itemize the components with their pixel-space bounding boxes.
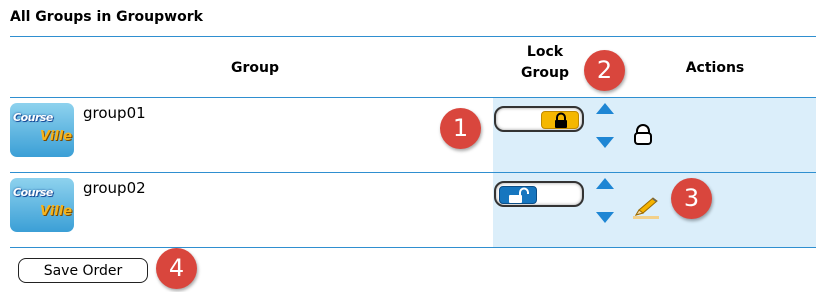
group-name[interactable]: group02 bbox=[83, 179, 146, 197]
lock-toggle-knob bbox=[541, 111, 579, 129]
lock-icon[interactable] bbox=[633, 124, 653, 146]
move-down-arrow-icon[interactable] bbox=[596, 212, 614, 223]
move-up-arrow-icon[interactable] bbox=[596, 178, 614, 189]
lock-toggle-knob bbox=[499, 186, 537, 204]
callout-badge-2: 2 bbox=[584, 50, 625, 91]
lock-toggle[interactable] bbox=[494, 106, 584, 132]
section-title: All Groups in Groupwork bbox=[10, 9, 203, 25]
unlocked-padlock-icon bbox=[509, 187, 529, 203]
locked-padlock-icon bbox=[555, 112, 567, 128]
move-up-arrow-icon[interactable] bbox=[596, 103, 614, 114]
title-underline bbox=[10, 36, 816, 37]
callout-badge-3: 3 bbox=[671, 178, 712, 219]
save-order-button[interactable]: Save Order bbox=[18, 258, 148, 283]
column-header-lock-group: Lock Group bbox=[505, 42, 585, 84]
group-avatar: Course Ville bbox=[10, 103, 74, 157]
group-avatar: Course Ville bbox=[10, 178, 74, 232]
callout-badge-1: 1 bbox=[440, 108, 481, 149]
column-header-group: Group bbox=[230, 60, 279, 76]
column-header-actions: Actions bbox=[685, 60, 745, 76]
table-bottom-divider bbox=[10, 247, 816, 248]
group-name[interactable]: group01 bbox=[83, 104, 146, 122]
callout-badge-4: 4 bbox=[156, 248, 197, 289]
column-header-lock-line1: Lock bbox=[526, 44, 564, 60]
logo-text-course: Course bbox=[13, 111, 53, 124]
move-down-arrow-icon[interactable] bbox=[596, 137, 614, 148]
logo-text-course: Course bbox=[13, 186, 53, 199]
lock-toggle[interactable] bbox=[494, 181, 584, 207]
column-header-lock-line2: Group bbox=[520, 65, 569, 81]
header-divider bbox=[10, 97, 816, 98]
logo-text-ville: Ville bbox=[40, 129, 73, 144]
pencil-icon[interactable] bbox=[632, 196, 660, 220]
logo-text-ville: Ville bbox=[40, 204, 73, 219]
row-divider bbox=[10, 172, 816, 173]
